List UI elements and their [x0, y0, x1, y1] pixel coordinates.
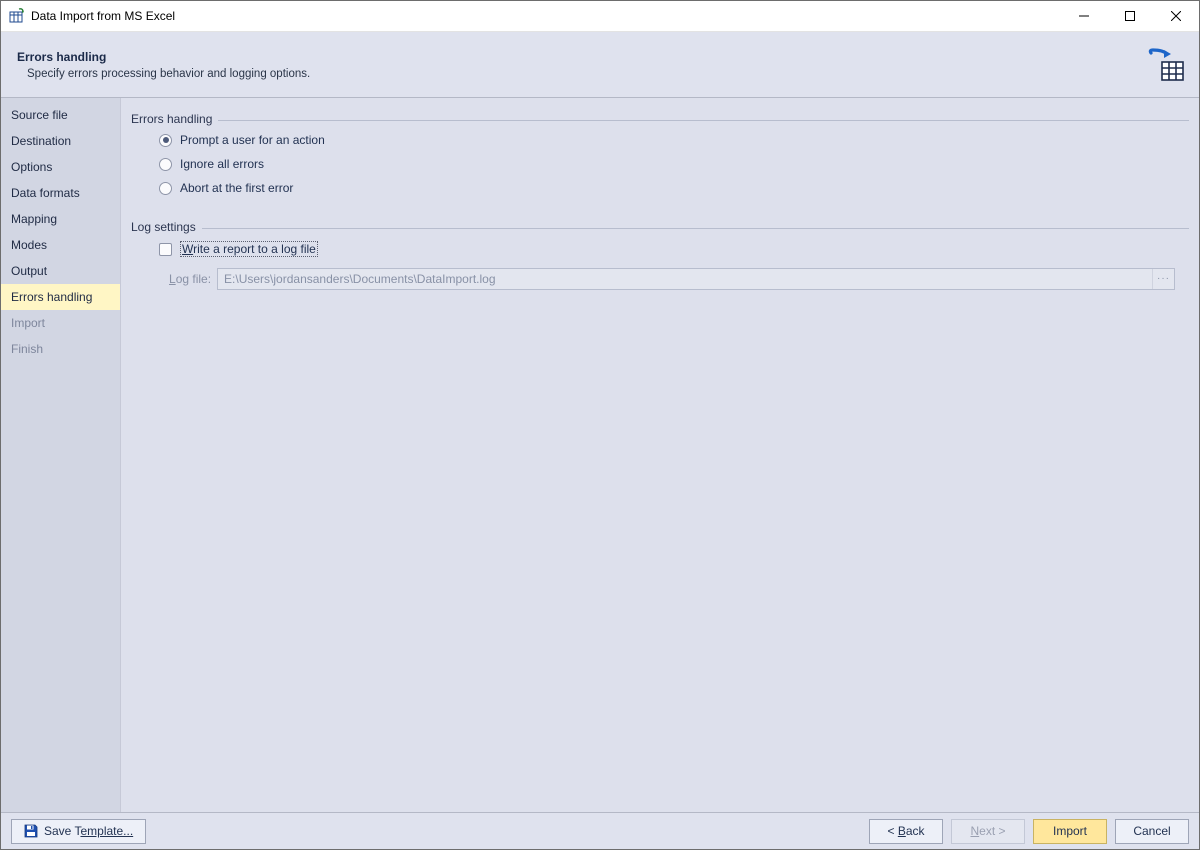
errors-handling-legend: Errors handling — [131, 112, 218, 126]
titlebar: Data Import from MS Excel — [1, 1, 1199, 32]
back-label: < Back — [887, 824, 924, 838]
cancel-button[interactable]: Cancel — [1115, 819, 1189, 844]
next-label: Next > — [970, 824, 1005, 838]
log-file-row: Log file: ··· — [169, 268, 1175, 290]
wizard-content: Errors handling Prompt a user for an act… — [121, 98, 1199, 812]
sidebar-item-import: Import — [1, 310, 120, 336]
wizard-sidebar: Source file Destination Options Data for… — [1, 98, 121, 812]
next-button: Next > — [951, 819, 1025, 844]
save-icon — [24, 824, 38, 838]
log-settings-group: Log settings Write a report to a log fil… — [131, 220, 1189, 300]
instruction-subtitle: Specify errors processing behavior and l… — [27, 68, 310, 80]
radio-icon — [159, 182, 172, 195]
radio-abort-first-error[interactable]: Abort at the first error — [145, 176, 1175, 200]
instruction-text: Errors handling Specify errors processin… — [17, 50, 310, 80]
sidebar-item-modes[interactable]: Modes — [1, 232, 120, 258]
window-title: Data Import from MS Excel — [31, 9, 175, 23]
checkbox-write-log[interactable]: Write a report to a log file — [145, 236, 1175, 262]
sidebar-item-finish: Finish — [1, 336, 120, 362]
app-window: Data Import from MS Excel Errors handlin… — [0, 0, 1200, 850]
import-grid-icon — [1145, 48, 1185, 82]
save-template-button[interactable]: Save Template... — [11, 819, 146, 844]
import-label: Import — [1053, 824, 1087, 838]
import-button[interactable]: Import — [1033, 819, 1107, 844]
errors-handling-group: Errors handling Prompt a user for an act… — [131, 112, 1189, 210]
sidebar-item-output[interactable]: Output — [1, 258, 120, 284]
instruction-title: Errors handling — [17, 50, 310, 64]
sidebar-item-options[interactable]: Options — [1, 154, 120, 180]
save-template-label: Save Template... — [44, 824, 133, 838]
titlebar-left: Data Import from MS Excel — [9, 8, 175, 24]
sidebar-item-mapping[interactable]: Mapping — [1, 206, 120, 232]
radio-icon — [159, 134, 172, 147]
app-icon — [9, 8, 25, 24]
sidebar-item-source-file[interactable]: Source file — [1, 102, 120, 128]
sidebar-item-errors-handling[interactable]: Errors handling — [1, 284, 120, 310]
close-button[interactable] — [1153, 1, 1199, 31]
minimize-button[interactable] — [1061, 1, 1107, 31]
log-file-input — [218, 270, 1152, 288]
maximize-button[interactable] — [1107, 1, 1153, 31]
radio-prompt-user[interactable]: Prompt a user for an action — [145, 128, 1175, 152]
checkbox-label: Write a report to a log file — [180, 241, 318, 257]
log-file-input-wrap: ··· — [217, 268, 1175, 290]
checkbox-icon — [159, 243, 172, 256]
wizard-body: Source file Destination Options Data for… — [1, 98, 1199, 812]
radio-ignore-errors[interactable]: Ignore all errors — [145, 152, 1175, 176]
radio-label: Prompt a user for an action — [180, 133, 325, 147]
radio-label: Abort at the first error — [180, 181, 293, 195]
log-file-label: Log file: — [169, 272, 211, 286]
footer-left: Save Template... — [11, 819, 146, 844]
cancel-label: Cancel — [1133, 824, 1170, 838]
sidebar-item-data-formats[interactable]: Data formats — [1, 180, 120, 206]
radio-icon — [159, 158, 172, 171]
back-button[interactable]: < Back — [869, 819, 943, 844]
log-settings-legend: Log settings — [131, 220, 202, 234]
instruction-header: Errors handling Specify errors processin… — [1, 32, 1199, 98]
log-file-browse-button: ··· — [1152, 269, 1174, 289]
window-controls — [1061, 1, 1199, 31]
footer-right: < Back Next > Import Cancel — [869, 819, 1189, 844]
sidebar-item-destination[interactable]: Destination — [1, 128, 120, 154]
radio-label: Ignore all errors — [180, 157, 264, 171]
wizard-footer: Save Template... < Back Next > Import Ca… — [1, 812, 1199, 849]
